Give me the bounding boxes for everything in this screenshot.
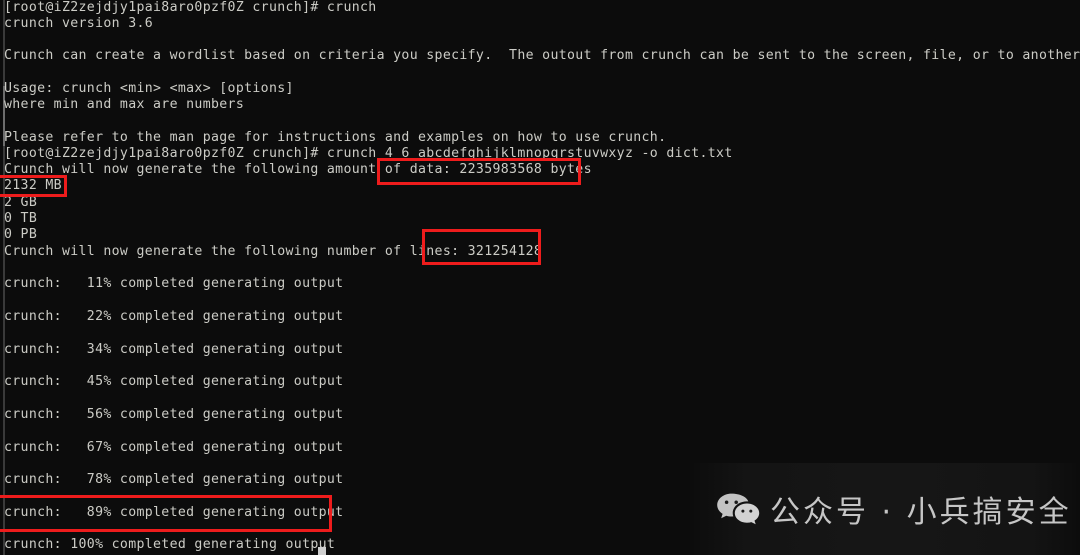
terminal-window[interactable]: [root@iZ2zejdjy1pai8aro0pzf0Z crunch]# c… <box>0 0 1080 555</box>
terminal-line: [root@iZ2zejdjy1pai8aro0pzf0Z crunch]# c… <box>4 0 377 15</box>
terminal-line: crunch: 11% completed generating output <box>4 276 344 291</box>
terminal-line: Usage: crunch <min> <max> [options] <box>4 81 294 96</box>
terminal-line: crunch version 3.6 <box>4 16 154 31</box>
terminal-line: 2132 MB <box>4 178 62 193</box>
terminal-line: Crunch can create a wordlist based on cr… <box>4 48 1080 63</box>
terminal-line: where min and max are numbers <box>4 97 245 112</box>
terminal-line: crunch: 67% completed generating output <box>4 440 344 455</box>
terminal-line: crunch: 100% completed generating output <box>4 537 336 552</box>
terminal-line: 0 PB <box>4 227 38 242</box>
terminal-line: crunch: 22% completed generating output <box>4 309 344 324</box>
terminal-line: 0 TB <box>4 211 38 226</box>
watermark-text: 公众号 · 小兵搞安全 <box>770 495 1072 530</box>
terminal-line: crunch: 45% completed generating output <box>4 374 344 389</box>
terminal-line: Crunch will now generate the following n… <box>4 244 543 259</box>
terminal-line: 2 GB <box>4 195 38 210</box>
terminal-cursor <box>318 547 326 555</box>
terminal-line: [root@iZ2zejdjy1pai8aro0pzf0Z crunch]# c… <box>4 146 733 161</box>
terminal-line: crunch: 56% completed generating output <box>4 407 344 422</box>
watermark: 公众号 · 小兵搞安全 <box>690 463 1080 555</box>
terminal-line: crunch: 34% completed generating output <box>4 342 344 357</box>
terminal-line: Please refer to the man page for instruc… <box>4 130 667 145</box>
wechat-icon <box>716 492 760 526</box>
terminal-line: Crunch will now generate the following a… <box>4 162 592 177</box>
terminal-line: crunch: 89% completed generating output <box>4 505 344 520</box>
terminal-line: crunch: 78% completed generating output <box>4 472 344 487</box>
